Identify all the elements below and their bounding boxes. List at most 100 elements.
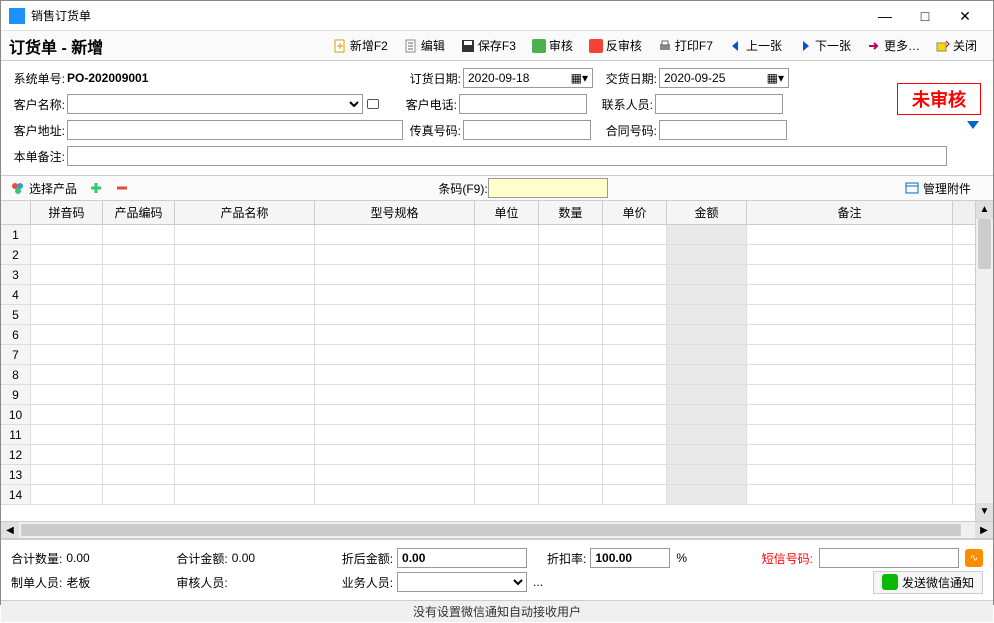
calendar-icon: ▦▾ [767, 71, 784, 85]
grid-header: 拼音码 产品编码 产品名称 型号规格 单位 数量 单价 金额 备注 [1, 201, 975, 225]
remove-row-button[interactable] [115, 181, 129, 195]
order-date-label: 订货日期: [407, 70, 463, 87]
cust-addr-input[interactable] [67, 120, 403, 140]
next-button[interactable]: 下一张 [790, 32, 859, 60]
after-discount-input[interactable] [397, 548, 527, 568]
cust-tel-input[interactable] [459, 94, 587, 114]
scroll-up-arrow[interactable]: ▲ [976, 201, 993, 219]
window-minimize-button[interactable]: — [865, 2, 905, 30]
scroll-thumb[interactable] [978, 219, 991, 269]
table-row[interactable]: 9 [1, 385, 975, 405]
unaudit-button[interactable]: 反审核 [581, 32, 650, 60]
cust-name-label: 客户名称: [11, 96, 67, 113]
cust-name-select[interactable] [67, 94, 363, 114]
table-row[interactable]: 12 [1, 445, 975, 465]
attachments-button[interactable]: 管理附件 [905, 180, 971, 197]
discount-rate-input[interactable] [590, 548, 670, 568]
prev-icon [729, 39, 743, 53]
expand-icon[interactable] [967, 121, 979, 129]
horizontal-scrollbar[interactable]: ◀ ▶ [1, 521, 993, 539]
contact-input[interactable] [655, 94, 783, 114]
vertical-scrollbar[interactable]: ▲ ▼ [975, 201, 993, 521]
after-discount-label: 折后金额: [342, 550, 393, 567]
fax-label: 传真号码: [407, 122, 463, 139]
new-icon [333, 39, 347, 53]
scroll-right-arrow[interactable]: ▶ [975, 522, 993, 538]
remark-input[interactable] [67, 146, 947, 166]
window-maximize-button[interactable]: □ [905, 2, 945, 30]
table-row[interactable]: 5 [1, 305, 975, 325]
total-amount-label: 合计金额: [176, 550, 227, 567]
status-stamp: 未审核 [897, 83, 981, 115]
total-qty-value: 0.00 [66, 551, 176, 565]
unaudit-icon [589, 39, 603, 53]
contract-input[interactable] [659, 120, 787, 140]
col-name[interactable]: 产品名称 [175, 201, 315, 224]
new-button[interactable]: 新增F2 [325, 32, 396, 60]
row-number: 7 [1, 345, 31, 364]
table-row[interactable]: 1 [1, 225, 975, 245]
barcode-input[interactable] [488, 178, 608, 198]
row-number: 5 [1, 305, 31, 324]
sub-toolbar: 选择产品 条码(F9): 管理附件 [1, 175, 993, 201]
edit-icon [404, 39, 418, 53]
select-product-button[interactable]: 选择产品 [11, 180, 77, 197]
scroll-left-arrow[interactable]: ◀ [1, 522, 19, 538]
salesman-select[interactable] [397, 572, 527, 592]
order-date-input[interactable]: 2020-09-18▦▾ [463, 68, 593, 88]
more-icon [867, 39, 881, 53]
more-button[interactable]: 更多… [859, 32, 928, 60]
sms-input[interactable] [819, 548, 959, 568]
plus-icon [89, 181, 103, 195]
salesman-more-button[interactable]: ... [533, 575, 543, 589]
table-row[interactable]: 2 [1, 245, 975, 265]
hscroll-thumb[interactable] [21, 524, 961, 536]
next-icon [798, 39, 812, 53]
grid-body[interactable]: 1234567891011121314 [1, 225, 975, 515]
save-button[interactable]: 保存F3 [453, 32, 524, 60]
table-row[interactable]: 3 [1, 265, 975, 285]
table-row[interactable]: 13 [1, 465, 975, 485]
row-number: 4 [1, 285, 31, 304]
attachment-icon [905, 181, 919, 195]
row-number: 9 [1, 385, 31, 404]
col-code[interactable]: 产品编码 [103, 201, 175, 224]
table-row[interactable]: 10 [1, 405, 975, 425]
table-row[interactable]: 11 [1, 425, 975, 445]
col-py[interactable]: 拼音码 [31, 201, 103, 224]
col-amount[interactable]: 金额 [667, 201, 747, 224]
cust-tel-label: 客户电话: [403, 96, 459, 113]
table-row[interactable]: 7 [1, 345, 975, 365]
table-row[interactable]: 14 [1, 485, 975, 505]
window-close-button[interactable]: ✕ [945, 2, 985, 30]
sys-no-value: PO-202009001 [67, 71, 407, 85]
table-row[interactable]: 4 [1, 285, 975, 305]
delivery-date-input[interactable]: 2020-09-25▦▾ [659, 68, 789, 88]
row-number: 12 [1, 445, 31, 464]
table-row[interactable]: 6 [1, 325, 975, 345]
sms-label: 短信号码: [762, 550, 813, 567]
add-row-button[interactable] [89, 181, 103, 195]
barcode-label: 条码(F9): [438, 180, 487, 197]
col-price[interactable]: 单价 [603, 201, 667, 224]
print-icon [658, 39, 672, 53]
scroll-down-arrow[interactable]: ▼ [976, 503, 993, 521]
rss-icon[interactable]: ∿ [965, 549, 983, 567]
wechat-icon [882, 574, 898, 590]
save-icon [461, 39, 475, 53]
edit-button[interactable]: 编辑 [396, 32, 453, 60]
col-qty[interactable]: 数量 [539, 201, 603, 224]
col-remark[interactable]: 备注 [747, 201, 953, 224]
send-wechat-button[interactable]: 发送微信通知 [873, 571, 983, 594]
audit-button[interactable]: 审核 [524, 32, 581, 60]
table-row[interactable]: 8 [1, 365, 975, 385]
print-button[interactable]: 打印F7 [650, 32, 721, 60]
col-spec[interactable]: 型号规格 [315, 201, 475, 224]
col-unit[interactable]: 单位 [475, 201, 539, 224]
chat-icon[interactable] [367, 99, 379, 109]
row-number: 8 [1, 365, 31, 384]
total-qty-label: 合计数量: [11, 550, 62, 567]
fax-input[interactable] [463, 120, 591, 140]
close-button[interactable]: 关闭 [928, 32, 985, 60]
prev-button[interactable]: 上一张 [721, 32, 790, 60]
